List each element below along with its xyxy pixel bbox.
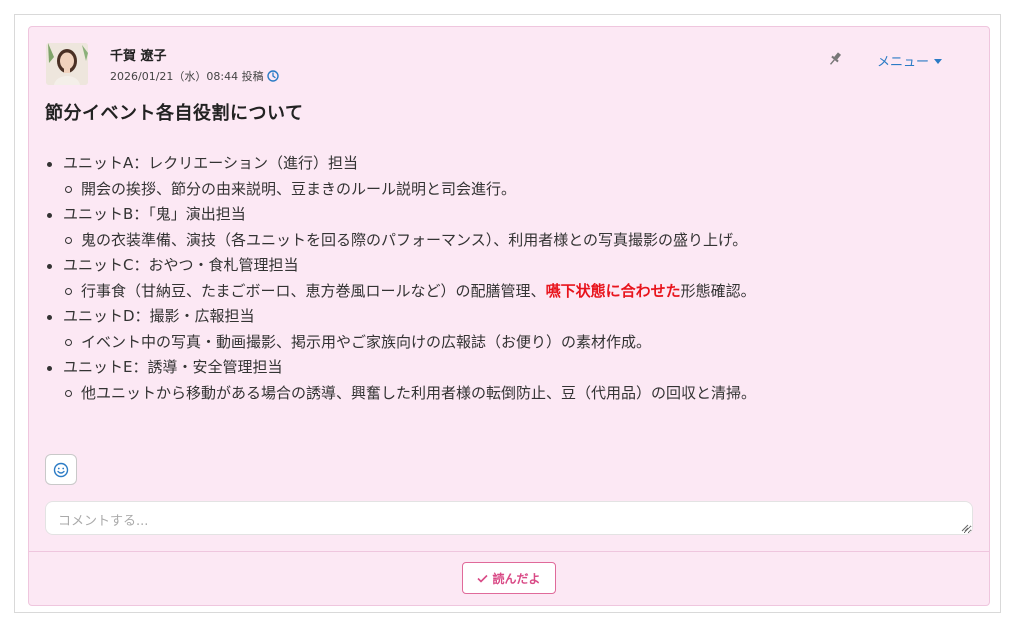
role-detail: 他ユニットから移動がある場合の誘導、興奮した利用者様の転倒防止、豆（代用品）の回… bbox=[63, 381, 975, 407]
post-card: 千賀 遼子 2026/01/21（水）08:44 投稿 メニュー 節分イベント各… bbox=[28, 26, 990, 606]
role-item: ユニットD：撮影・広報担当 イベント中の写真・動画撮影、掲示用やご家族向けの広報… bbox=[45, 304, 975, 355]
clock-icon[interactable] bbox=[266, 70, 279, 82]
read-button-label: 読んだよ bbox=[492, 571, 541, 586]
role-label: ユニットD：撮影・広報担当 bbox=[63, 307, 255, 325]
post-body: ユニットA：レクリエーション（進行）担当 開会の挨拶、節分の由来説明、豆まきのル… bbox=[45, 151, 975, 406]
reaction-button[interactable] bbox=[45, 454, 77, 485]
sub-bullet-icon bbox=[65, 287, 72, 295]
role-detail: 行事食（甘納豆、たまごボーロ、恵方巻風ロールなど）の配膳管理、嚥下状態に合わせた… bbox=[63, 279, 975, 305]
role-detail-text: 開会の挨拶、節分の由来説明、豆まきのルール説明と司会進行。 bbox=[81, 179, 517, 198]
post-meta: 2026/01/21（水）08:44 投稿 bbox=[110, 68, 279, 84]
bullet-icon bbox=[47, 264, 52, 269]
role-item: ユニットB：「鬼」演出担当 鬼の衣装準備、演技（各ユニットを回る際のパフォーマン… bbox=[45, 202, 975, 253]
sub-bullet-icon bbox=[65, 236, 72, 244]
bullet-icon bbox=[47, 315, 52, 320]
post-timestamp: 2026/01/21（水）08:44 投稿 bbox=[110, 70, 264, 83]
avatar-image bbox=[46, 43, 88, 85]
caret-down-icon bbox=[934, 59, 943, 64]
role-label: ユニットB：「鬼」演出担当 bbox=[63, 205, 246, 223]
role-item: ユニットE：誘導・安全管理担当 他ユニットから移動がある場合の誘導、興奮した利用… bbox=[45, 355, 975, 406]
role-detail-text: 鬼の衣装準備、演技（各ユニットを回る際のパフォーマンス）、利用者様との写真撮影の… bbox=[81, 230, 748, 249]
sub-bullet-icon bbox=[65, 185, 72, 193]
sub-bullet-icon bbox=[65, 389, 72, 397]
role-label: ユニットA：レクリエーション（進行）担当 bbox=[63, 154, 358, 172]
smiley-icon bbox=[53, 462, 69, 477]
comment-input[interactable] bbox=[45, 501, 973, 535]
role-item: ユニットA：レクリエーション（進行）担当 開会の挨拶、節分の由来説明、豆まきのル… bbox=[45, 151, 975, 202]
pin-icon[interactable] bbox=[827, 51, 843, 67]
resize-handle-icon[interactable] bbox=[960, 523, 969, 532]
divider bbox=[29, 551, 989, 552]
role-item: ユニットC：おやつ・食札管理担当 行事食（甘納豆、たまごボーロ、恵方巻風ロールな… bbox=[45, 253, 975, 304]
sub-bullet-icon bbox=[65, 338, 72, 346]
role-list: ユニットA：レクリエーション（進行）担当 開会の挨拶、節分の由来説明、豆まきのル… bbox=[45, 151, 975, 406]
post-title: 節分イベント各自役割について bbox=[45, 103, 304, 124]
role-label: ユニットC：おやつ・食札管理担当 bbox=[63, 256, 299, 274]
bullet-icon bbox=[47, 366, 52, 371]
menu-dropdown[interactable]: メニュー bbox=[877, 51, 943, 70]
role-detail-text: 他ユニットから移動がある場合の誘導、興奮した利用者様の転倒防止、豆（代用品）の回… bbox=[81, 383, 757, 402]
role-detail: 開会の挨拶、節分の由来説明、豆まきのルール説明と司会進行。 bbox=[63, 177, 975, 203]
bullet-icon bbox=[47, 213, 52, 218]
highlighted-text: 嚥下状態に合わせた bbox=[545, 281, 681, 300]
role-detail: イベント中の写真・動画撮影、掲示用やご家族向けの広報誌（お便り）の素材作成。 bbox=[63, 330, 975, 356]
role-detail-text: 行事食（甘納豆、たまごボーロ、恵方巻風ロールなど）の配膳管理、 bbox=[81, 281, 546, 300]
role-label: ユニットE：誘導・安全管理担当 bbox=[63, 358, 283, 376]
menu-label: メニュー bbox=[877, 55, 930, 70]
role-detail-text: 形態確認。 bbox=[680, 281, 756, 300]
role-detail: 鬼の衣装準備、演技（各ユニットを回る際のパフォーマンス）、利用者様との写真撮影の… bbox=[63, 228, 975, 254]
read-button[interactable]: 読んだよ bbox=[462, 562, 556, 594]
bullet-icon bbox=[47, 162, 52, 167]
check-icon bbox=[477, 574, 489, 583]
role-detail-text: イベント中の写真・動画撮影、掲示用やご家族向けの広報誌（お便り）の素材作成。 bbox=[81, 332, 652, 351]
author-name[interactable]: 千賀 遼子 bbox=[110, 45, 167, 64]
avatar[interactable] bbox=[46, 43, 88, 85]
